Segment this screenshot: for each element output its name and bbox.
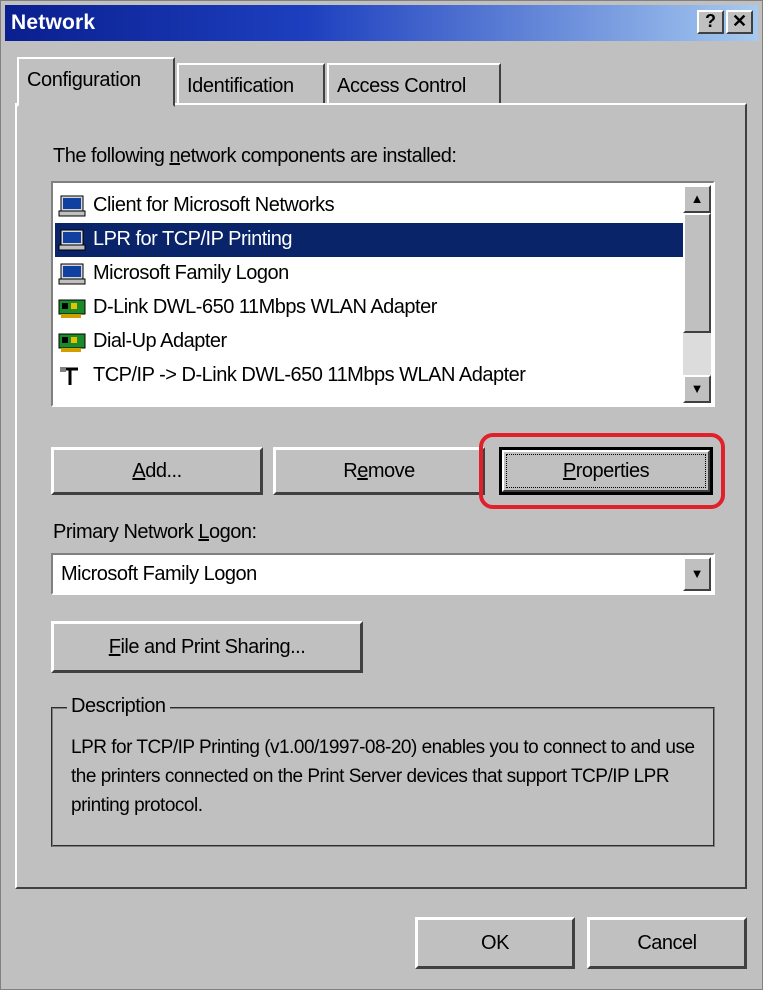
remove-button[interactable]: Remove xyxy=(273,447,485,495)
dropdown-arrow-icon[interactable]: ▼ xyxy=(683,557,711,591)
description-text: LPR for TCP/IP Printing (v1.00/1997-08-2… xyxy=(71,737,695,816)
network-adapter-icon xyxy=(58,331,86,353)
primary-logon-label: Primary Network Logon: xyxy=(53,521,257,543)
list-item[interactable]: Microsoft Family Logon xyxy=(55,257,683,291)
list-item[interactable]: Client for Microsoft Networks xyxy=(55,189,683,223)
list-item[interactable]: D-Link DWL-650 11Mbps WLAN Adapter xyxy=(55,291,683,325)
components-listbox[interactable]: Client for Microsoft Networks LPR for TC… xyxy=(51,181,715,407)
list-item[interactable]: Dial-Up Adapter xyxy=(55,325,683,359)
properties-highlight-callout xyxy=(479,433,725,509)
add-button[interactable]: Add... xyxy=(51,447,263,495)
primary-logon-select[interactable]: Microsoft Family Logon ▼ xyxy=(51,553,715,595)
ok-button[interactable]: OK xyxy=(415,917,575,969)
list-item[interactable]: LPR for TCP/IP Printing xyxy=(55,223,683,257)
scroll-up-arrow-icon[interactable]: ▲ xyxy=(683,185,711,213)
help-button[interactable]: ? xyxy=(697,10,724,34)
description-title: Description xyxy=(67,695,170,718)
client-icon xyxy=(58,263,86,285)
tab-access-control[interactable]: Access Control xyxy=(327,63,501,105)
tab-configuration[interactable]: Configuration xyxy=(17,57,175,107)
components-label: The following network components are ins… xyxy=(53,145,457,167)
window-title: Network xyxy=(11,11,96,34)
client-icon xyxy=(58,229,86,251)
cancel-button[interactable]: Cancel xyxy=(587,917,747,969)
components-scrollbar[interactable]: ▲ ▼ xyxy=(683,185,711,403)
network-adapter-icon xyxy=(58,297,86,319)
file-and-print-sharing-button[interactable]: File and Print Sharing... xyxy=(51,621,363,673)
title-bar[interactable]: Network ? ✕ xyxy=(5,5,758,41)
scroll-down-arrow-icon[interactable]: ▼ xyxy=(683,375,711,403)
network-dialog: Network ? ✕ Configuration Identification… xyxy=(0,0,763,990)
primary-logon-value: Microsoft Family Logon xyxy=(61,563,257,585)
tab-identification[interactable]: Identification xyxy=(177,63,325,105)
protocol-icon xyxy=(58,365,86,387)
list-item[interactable]: TCP/IP -> D-Link DWL-650 11Mbps WLAN Ada… xyxy=(55,359,683,393)
scroll-thumb[interactable] xyxy=(683,213,711,333)
close-button[interactable]: ✕ xyxy=(726,10,753,34)
client-icon xyxy=(58,195,86,217)
